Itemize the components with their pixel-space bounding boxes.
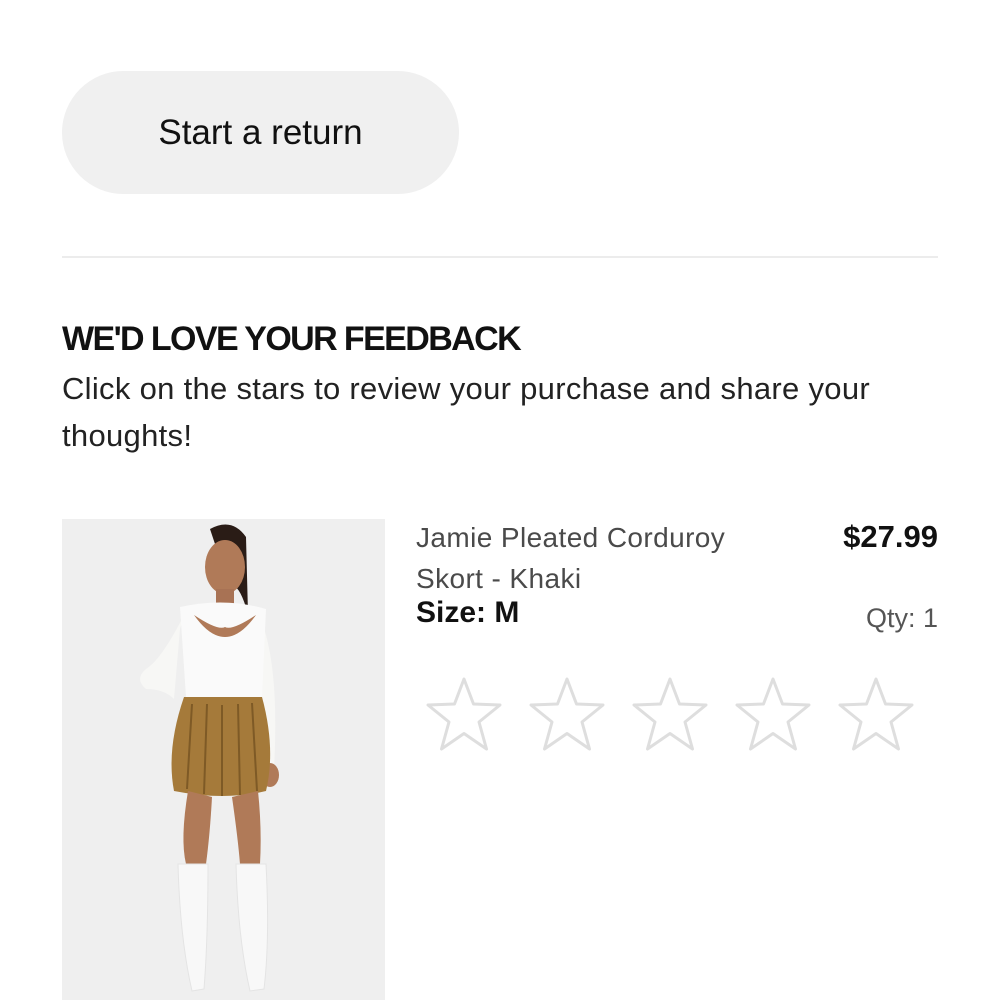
star-outline-icon [838,677,914,751]
feedback-instructions: Click on the stars to review your purcha… [62,371,870,453]
order-detail-page: Start a return WE'D LOVE YOUR FEEDBACK C… [0,0,1000,1000]
section-divider [62,256,938,258]
product-photo-illustration [62,519,385,1000]
rating-star-2[interactable] [527,676,607,754]
product-name[interactable]: Jamie Pleated Corduroy Skort - Khaki [416,517,786,599]
star-rating[interactable] [424,676,916,754]
star-outline-icon [735,677,811,751]
rating-star-5[interactable] [836,676,916,754]
product-image[interactable] [62,519,385,1000]
star-outline-icon [632,677,708,751]
product-quantity: Qty: 1 [865,603,938,633]
rating-star-3[interactable] [630,676,710,754]
star-outline-icon [426,677,502,751]
product-size: Size: M [416,596,520,629]
rating-star-4[interactable] [733,676,813,754]
rating-star-1[interactable] [424,676,504,754]
feedback-heading: WE'D LOVE YOUR FEEDBACK [62,320,522,358]
star-outline-icon [529,677,605,751]
start-return-button[interactable]: Start a return [62,71,459,194]
product-price: $27.99 [843,519,938,554]
